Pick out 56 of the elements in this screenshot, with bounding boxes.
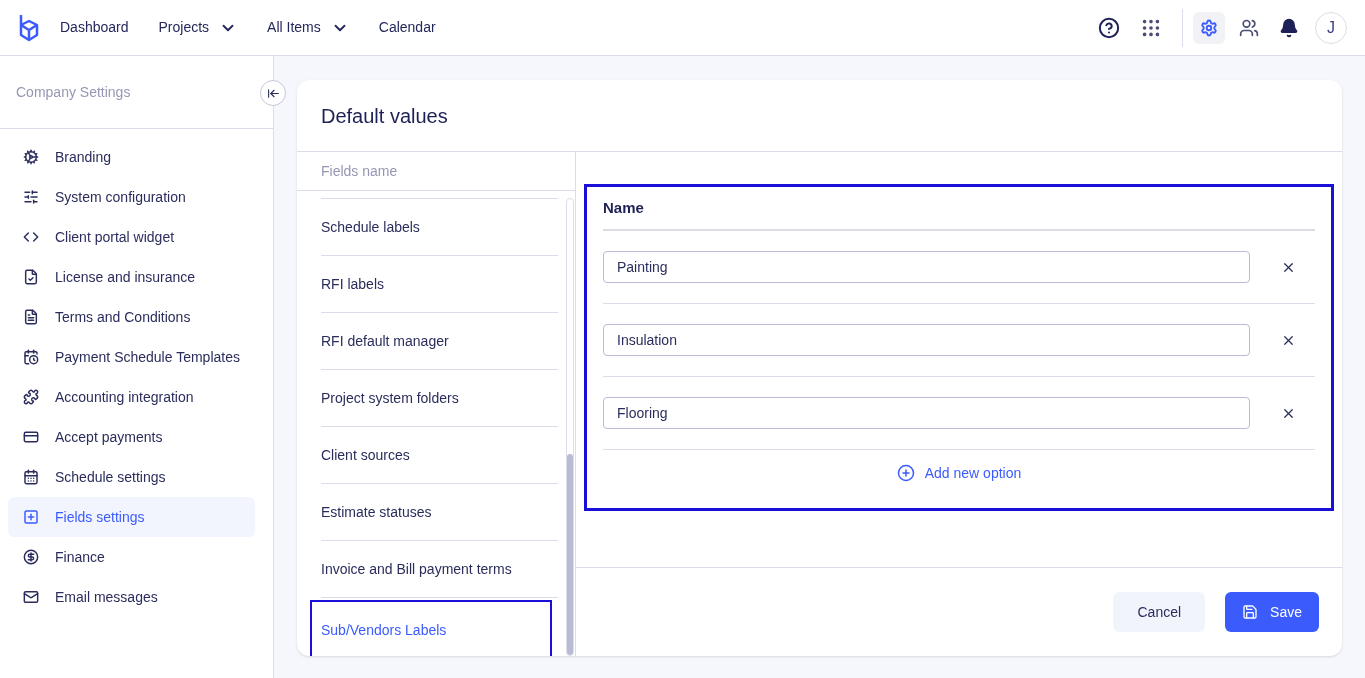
sidebar-item[interactable]: System configuration: [8, 177, 255, 217]
calendar-icon: [23, 469, 39, 485]
users-icon[interactable]: [1239, 17, 1259, 38]
field-list-item[interactable]: Schedule labels: [312, 199, 558, 255]
sidebar-item[interactable]: Finance: [8, 537, 255, 577]
sliders-icon: [23, 189, 39, 205]
card-title: Default values: [321, 103, 448, 129]
option-input[interactable]: Flooring: [603, 397, 1250, 429]
dollar-circle-icon: [23, 549, 39, 565]
puzzle-icon: [23, 389, 39, 405]
column-header: Name: [603, 197, 644, 218]
sidebar-item[interactable]: Payment Schedule Templates: [8, 337, 255, 377]
settings-button[interactable]: [1193, 11, 1225, 44]
code-icon: [23, 229, 39, 245]
document-check-icon: [23, 269, 39, 285]
sidebar-item[interactable]: Accounting integration: [8, 377, 255, 417]
bell-icon[interactable]: [1279, 17, 1299, 38]
field-list-item[interactable]: RFI default manager: [312, 313, 558, 369]
sidebar-item[interactable]: Accept payments: [8, 417, 255, 457]
nav-link[interactable]: Dashboard: [60, 17, 129, 38]
add-option-button[interactable]: Add new option: [896, 462, 1022, 484]
plus-circle-icon: [896, 464, 915, 482]
field-list-item[interactable]: RFI labels: [312, 256, 558, 312]
collapse-button[interactable]: [260, 80, 286, 106]
document-icon: [23, 309, 39, 325]
save-icon: [1242, 604, 1259, 620]
save-button[interactable]: Save: [1225, 592, 1319, 632]
sidebar-item[interactable]: Fields settings: [8, 497, 255, 537]
sidebar-item[interactable]: Email messages: [8, 577, 255, 617]
sidebar-item[interactable]: Client portal widget: [8, 217, 255, 257]
column-header: Fields name: [321, 161, 398, 181]
sidebar-title: Company Settings: [16, 82, 131, 102]
field-list-item[interactable]: Project system folders: [312, 370, 558, 426]
field-list-item[interactable]: Invoice and Bill payment terms: [312, 541, 558, 597]
sidebar-item[interactable]: Terms and Conditions: [8, 297, 255, 337]
card-check-icon: [23, 429, 39, 445]
settings-icon: [1200, 18, 1218, 37]
option-input[interactable]: Insulation: [603, 324, 1250, 356]
field-list-item[interactable]: Client sources: [312, 427, 558, 483]
calendar-dollar-icon: [23, 349, 39, 365]
collapse-icon: [266, 86, 280, 100]
sidebar-item[interactable]: License and insurance: [8, 257, 255, 297]
logo-icon[interactable]: [18, 12, 40, 43]
gear-icon: [23, 149, 39, 165]
cancel-button[interactable]: Cancel: [1113, 592, 1206, 632]
square-plus-icon: [23, 509, 39, 525]
sidebar-item[interactable]: Schedule settings: [8, 457, 255, 497]
nav-link[interactable]: Calendar: [378, 17, 436, 38]
help-icon[interactable]: [1098, 16, 1120, 39]
mail-icon: [23, 589, 39, 605]
field-list-item[interactable]: Sub/Vendors Labels: [312, 602, 550, 656]
nav-link[interactable]: Projects: [158, 17, 238, 38]
field-list-item[interactable]: Estimate statuses: [312, 484, 558, 540]
sidebar-item[interactable]: Branding: [8, 137, 255, 177]
nav-link[interactable]: All Items: [267, 17, 349, 38]
option-input[interactable]: Painting: [603, 251, 1250, 283]
